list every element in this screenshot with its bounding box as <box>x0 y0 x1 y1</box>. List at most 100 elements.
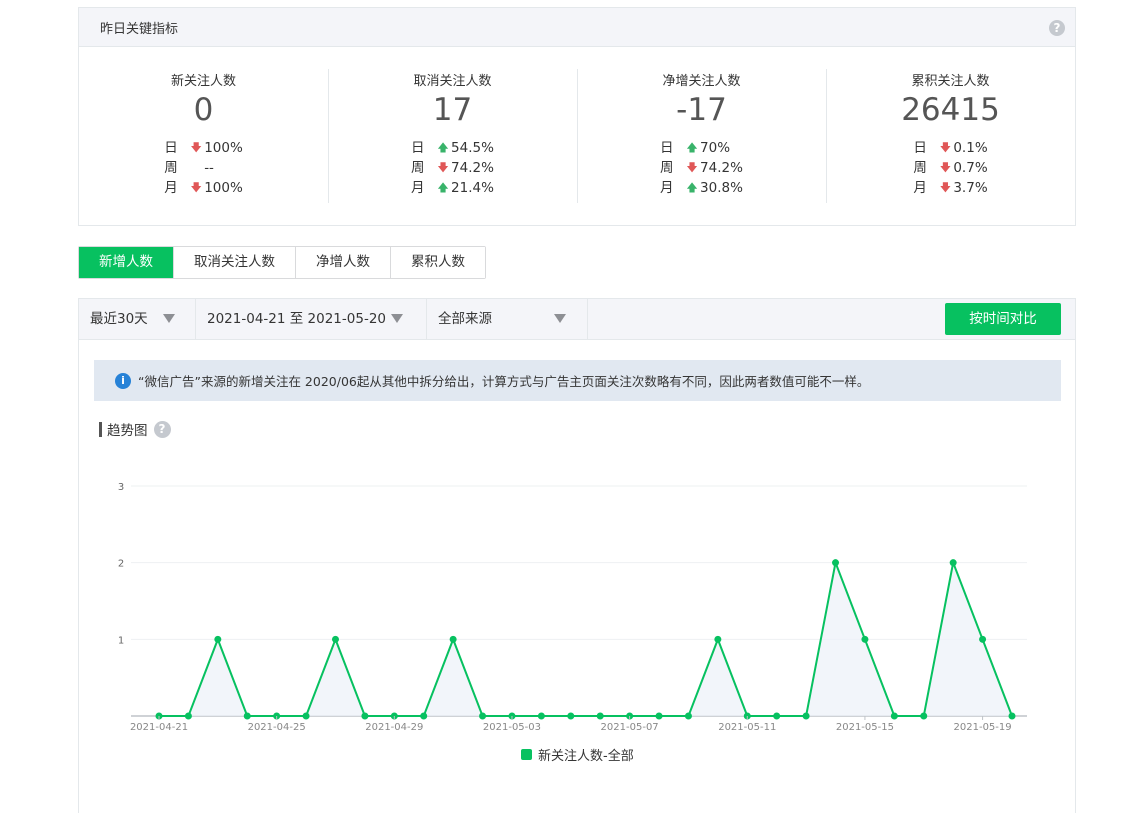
metric-title: 取消关注人数 <box>413 74 492 89</box>
arrow-up-icon: 🡅 <box>686 141 698 154</box>
change-row: 月 🡅 21.4% <box>411 178 494 198</box>
panel-title: 昨日关键指标 <box>100 21 179 37</box>
metric-net-growth: 净增关注人数 -17 日 🡅 70% 周 🡇 74.2% 月 🡅 30.8% <box>577 47 826 225</box>
panel-header: 昨日关键指标 ? <box>79 8 1075 47</box>
data-point <box>184 712 192 720</box>
change-row: 日 🡇 100% <box>164 138 243 158</box>
metric-tabs: 新增人数 取消关注人数 净增人数 累积人数 <box>78 246 486 279</box>
change-value: 54.5% <box>451 140 494 156</box>
data-point <box>684 712 692 720</box>
x-tick-label: 2021-05-07 <box>601 722 659 733</box>
metric-value: 26415 <box>901 92 1000 128</box>
change-row: 月 🡇 100% <box>164 178 243 198</box>
data-point <box>832 559 840 567</box>
period-label: 周 <box>411 160 425 176</box>
period-label: 日 <box>164 140 178 156</box>
x-tick-label: 2021-05-03 <box>483 722 541 733</box>
change-row: 日 🡅 54.5% <box>411 138 494 158</box>
tab-unfollow[interactable]: 取消关注人数 <box>173 247 295 278</box>
tab-net[interactable]: 净增人数 <box>295 247 390 278</box>
period-label: 日 <box>913 140 927 156</box>
data-point <box>714 635 722 643</box>
change-row: 周 -- <box>164 158 243 178</box>
data-point <box>949 559 957 567</box>
change-value: 70% <box>700 140 731 156</box>
period-label: 周 <box>913 160 927 176</box>
change-row: 日 🡇 0.1% <box>913 138 987 158</box>
data-point <box>861 635 869 643</box>
change-value: 21.4% <box>451 180 494 196</box>
arrow-down-icon: 🡇 <box>190 141 202 154</box>
data-point <box>214 635 222 643</box>
data-point <box>802 712 810 720</box>
change-value: 0.7% <box>953 160 988 176</box>
tab-new[interactable]: 新增人数 <box>79 247 173 278</box>
period-label: 月 <box>913 180 927 196</box>
x-tick-label: 2021-04-29 <box>365 722 423 733</box>
metric-new-followers: 新关注人数 0 日 🡇 100% 周 -- 月 🡇 100% <box>79 47 328 225</box>
change-value: 3.7% <box>953 180 988 196</box>
change-value: 74.2% <box>451 160 494 176</box>
metric-unfollows: 取消关注人数 17 日 🡅 54.5% 周 🡇 74.2% 月 🡅 21.4% <box>328 47 577 225</box>
data-point <box>655 712 663 720</box>
chart-legend[interactable]: 新关注人数-全部 <box>521 745 634 764</box>
metric-value: -17 <box>676 92 727 128</box>
x-tick-label: 2021-05-15 <box>836 722 894 733</box>
data-point <box>361 712 369 720</box>
data-point <box>302 712 310 720</box>
data-point <box>449 635 457 643</box>
change-value: -- <box>204 160 214 176</box>
legend-swatch <box>521 749 532 760</box>
period-label: 月 <box>164 180 178 196</box>
period-label: 日 <box>660 140 674 156</box>
data-point <box>979 635 987 643</box>
key-metrics-panel: 昨日关键指标 ? 新关注人数 0 日 🡇 100% 周 -- 月 🡇 100% 取消关注人数 17 日… <box>78 7 1076 226</box>
arrow-up-icon: 🡅 <box>686 181 698 194</box>
trend-chart: 1 2 3 2021-04-21 2021-04-25 2021-04-29 2021-05… <box>118 482 1027 733</box>
help-icon[interactable]: ? <box>1049 20 1065 36</box>
period-label: 月 <box>411 180 425 196</box>
x-tick-label: 2021-05-19 <box>954 722 1012 733</box>
metrics-row: 新关注人数 0 日 🡇 100% 周 -- 月 🡇 100% 取消关注人数 17 日 🡅 54.5% 周 🡇 7… <box>79 47 1075 225</box>
data-point <box>773 712 781 720</box>
x-tick-label: 2021-04-21 <box>130 722 188 733</box>
trend-section: 最近30天 2021-04-21 至 2021-05-20 全部来源 按时间对比… <box>78 298 1076 813</box>
change-row: 月 🡅 30.8% <box>660 178 743 198</box>
change-value: 0.1% <box>953 140 988 156</box>
data-point <box>890 712 898 720</box>
y-tick-label: 1 <box>118 635 124 646</box>
arrow-up-icon: 🡅 <box>437 141 449 154</box>
x-tick-label: 2021-04-25 <box>248 722 306 733</box>
metric-title: 新关注人数 <box>170 74 236 89</box>
metric-changes: 日 🡅 54.5% 周 🡇 74.2% 月 🡅 21.4% <box>411 138 494 198</box>
change-row: 日 🡅 70% <box>660 138 743 158</box>
change-value: 100% <box>204 140 243 156</box>
period-label: 日 <box>411 140 425 156</box>
period-label: 周 <box>164 160 178 176</box>
metric-total-followers: 累积关注人数 26415 日 🡇 0.1% 周 🡇 0.7% 月 🡇 3.7% <box>826 47 1075 225</box>
metric-title: 净增关注人数 <box>662 74 741 89</box>
tab-total[interactable]: 累积人数 <box>390 247 485 278</box>
data-point <box>596 712 604 720</box>
x-tick-label: 2021-05-11 <box>718 722 776 733</box>
change-row: 月 🡇 3.7% <box>913 178 987 198</box>
arrow-down-icon: 🡇 <box>939 181 951 194</box>
data-point <box>567 712 575 720</box>
arrow-down-icon: 🡇 <box>939 141 951 154</box>
period-label: 月 <box>660 180 674 196</box>
change-value: 30.8% <box>700 180 743 196</box>
arrow-down-icon: 🡇 <box>190 181 202 194</box>
data-point <box>479 712 487 720</box>
data-point <box>243 712 251 720</box>
metric-changes: 日 🡅 70% 周 🡇 74.2% 月 🡅 30.8% <box>660 138 743 198</box>
data-point <box>537 712 545 720</box>
data-point <box>920 712 928 720</box>
y-tick-label: 3 <box>118 482 124 493</box>
change-row: 周 🡇 0.7% <box>913 158 987 178</box>
data-point <box>331 635 339 643</box>
metric-title: 累积关注人数 <box>911 74 990 89</box>
arrow-down-icon: 🡇 <box>686 161 698 174</box>
metric-changes: 日 🡇 0.1% 周 🡇 0.7% 月 🡇 3.7% <box>913 138 987 198</box>
period-label: 周 <box>660 160 674 176</box>
change-value: 100% <box>204 180 243 196</box>
